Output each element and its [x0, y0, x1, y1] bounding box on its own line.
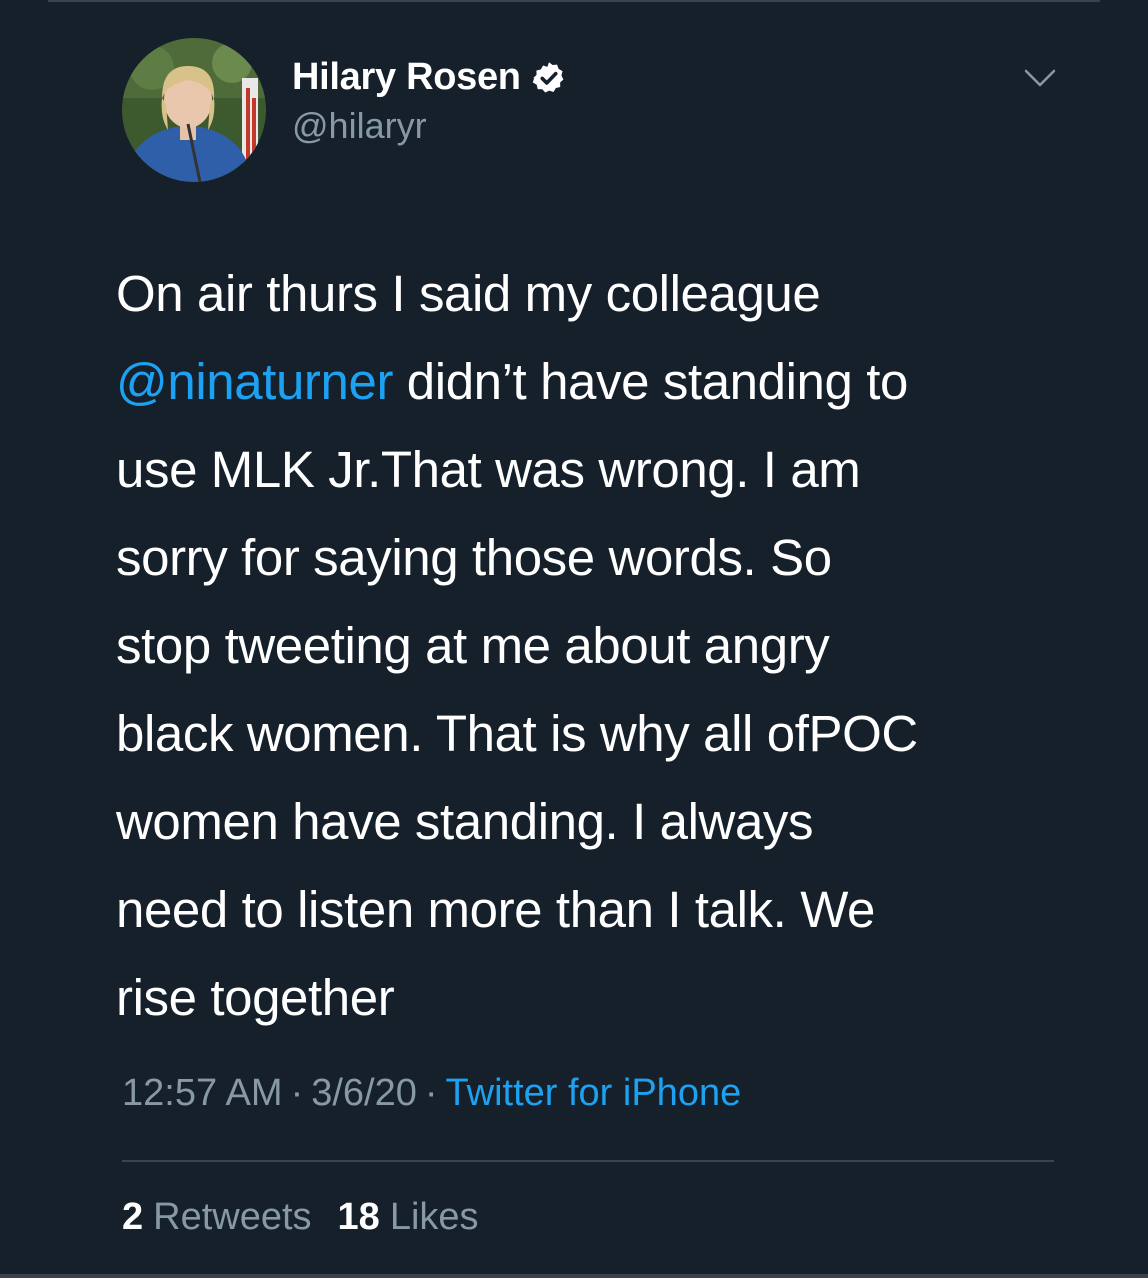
meta-separator: · — [290, 1072, 304, 1114]
tweet-time[interactable]: 12:57 AM — [122, 1072, 283, 1114]
stats-divider — [122, 1160, 1054, 1162]
tweet-line-4: sorry for saying those words. So — [116, 529, 832, 586]
retweets-stat[interactable]: 2 Retweets — [122, 1196, 312, 1239]
tweet-line-2-text: didn’t have standing to — [393, 353, 909, 410]
tweet-meta: 12:57 AM · 3/6/20 · Twitter for iPhone — [122, 1072, 741, 1115]
profile-photo — [122, 38, 266, 182]
likes-count: 18 — [337, 1196, 380, 1238]
tweet-date[interactable]: 3/6/20 — [311, 1072, 417, 1114]
tweet-line-3: use MLK Jr.That was wrong. I am — [116, 441, 861, 498]
avatar[interactable] — [122, 38, 266, 182]
likes-label: Likes — [389, 1196, 479, 1238]
tweet-line-7: women have standing. I always — [116, 793, 814, 850]
user-handle[interactable]: @hilaryr — [292, 105, 567, 147]
meta-separator-2: · — [424, 1072, 438, 1114]
tweet-line-6: black women. That is why all ofPOC — [116, 705, 918, 762]
likes-stat[interactable]: 18 Likes — [338, 1196, 479, 1239]
user-info[interactable]: Hilary Rosen @hilaryr — [292, 56, 567, 147]
chevron-down-icon[interactable] — [1022, 66, 1058, 90]
tweet-line-9: rise together — [116, 969, 395, 1026]
mention-link[interactable]: @ninaturner — [116, 353, 393, 410]
tweet-line-1: On air thurs I said my colleague — [116, 265, 821, 322]
retweets-label: Retweets — [153, 1196, 312, 1238]
verified-badge-icon — [531, 60, 567, 96]
tweet-source-link[interactable]: Twitter for iPhone — [446, 1072, 742, 1114]
display-name[interactable]: Hilary Rosen — [292, 56, 521, 99]
top-divider — [48, 0, 1100, 2]
tweet-stats: 2 Retweets 18 Likes — [122, 1196, 479, 1239]
retweets-count: 2 — [122, 1196, 144, 1238]
tweet-line-8: need to listen more than I talk. We — [116, 881, 875, 938]
tweet-line-5: stop tweeting at me about angry — [116, 617, 830, 674]
display-name-row: Hilary Rosen — [292, 56, 567, 99]
bottom-divider — [0, 1274, 1148, 1278]
tweet-line-2: @ninaturner didn’t have standing to — [116, 338, 1076, 426]
tweet-text: On air thurs I said my colleague @ninatu… — [116, 250, 1076, 1042]
